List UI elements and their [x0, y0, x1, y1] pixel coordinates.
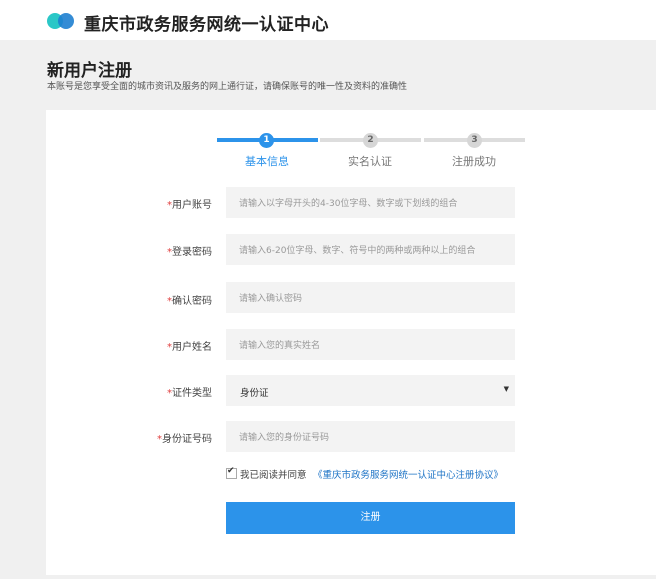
real-name-input[interactable]: 请输入您的真实姓名 [226, 329, 515, 360]
step-label-1: 基本信息 [245, 155, 289, 168]
confirm-password-input[interactable]: 请输入确认密码 [226, 282, 515, 313]
agreement-link[interactable]: 《重庆市政务服务网统一认证中心注册协议》 [313, 467, 503, 481]
step-dot-3: 3 [467, 133, 482, 148]
username-label: *用户账号 [167, 200, 212, 211]
logo-icon [47, 13, 79, 29]
username-placeholder: 请输入以字母开头的4-30位字母、数字或下划线的组合 [239, 199, 458, 209]
password-label: *登录密码 [167, 247, 212, 258]
step-label-3: 注册成功 [452, 155, 496, 168]
id-type-value: 身份证 [240, 388, 269, 399]
register-button[interactable]: 注册 [226, 502, 515, 534]
id-number-input[interactable]: 请输入您的身份证号码 [226, 421, 515, 452]
top-header: 重庆市政务服务网统一认证中心 [0, 0, 656, 40]
step-label-2: 实名认证 [348, 155, 392, 168]
confirm-password-label: *确认密码 [167, 296, 212, 307]
step-dot-1: 1 [259, 133, 274, 148]
confirm-password-placeholder: 请输入确认密码 [239, 294, 303, 304]
real-name-label: *用户姓名 [167, 342, 212, 353]
site-title: 重庆市政务服务网统一认证中心 [84, 15, 329, 35]
id-type-label: *证件类型 [167, 388, 212, 399]
page-title: 新用户注册 [47, 61, 132, 81]
username-input[interactable]: 请输入以字母开头的4-30位字母、数字或下划线的组合 [226, 187, 515, 218]
id-number-placeholder: 请输入您的身份证号码 [239, 433, 330, 443]
id-type-select[interactable]: 身份证 ▼ [226, 375, 515, 406]
agreement-text: 我已阅读并同意 [240, 470, 307, 481]
page-description: 本账号是您享受全面的城市资讯及服务的网上通行证，请确保账号的唯一性及资料的准确性 [47, 82, 408, 92]
real-name-placeholder: 请输入您的真实姓名 [239, 341, 321, 351]
step-dot-2: 2 [363, 133, 378, 148]
chevron-down-icon: ▼ [503, 385, 509, 393]
password-placeholder: 请输入6-20位字母、数字、符号中的两种或两种以上的组合 [239, 246, 476, 256]
password-input[interactable]: 请输入6-20位字母、数字、符号中的两种或两种以上的组合 [226, 234, 515, 265]
id-number-label: *身份证号码 [157, 434, 212, 445]
agreement-checkbox[interactable] [226, 466, 237, 479]
